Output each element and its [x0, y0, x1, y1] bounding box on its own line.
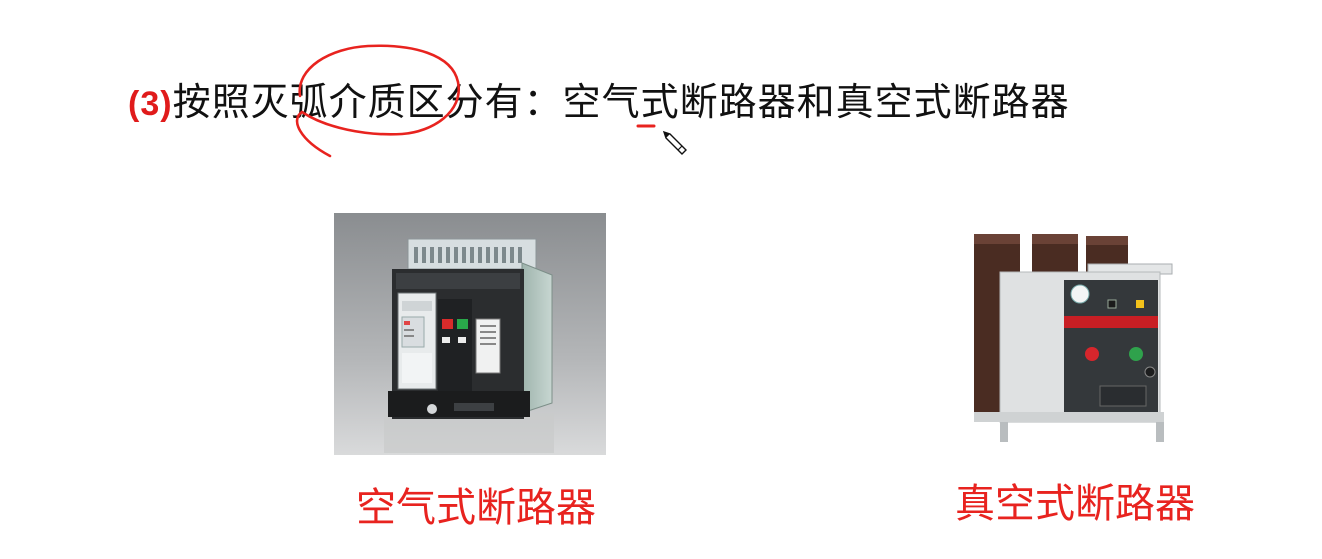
slide: (3)按照灭弧介质区分有：空气式断路器和真空式断路器 空气式断路器 真空式断路器 [0, 0, 1322, 559]
heading-number: (3) [128, 85, 173, 123]
air-circuit-breaker-image [334, 213, 606, 455]
slide-heading: (3)按照灭弧介质区分有：空气式断路器和真空式断路器 [128, 76, 1070, 128]
heading-text: 按照灭弧介质区分有：空气式断路器和真空式断路器 [172, 80, 1070, 124]
vacuum-circuit-breaker-image [960, 226, 1176, 450]
air-breaker-caption: 空气式断路器 [356, 485, 596, 531]
pencil-cursor-icon [662, 130, 687, 155]
vacuum-breaker-caption: 真空式断路器 [955, 481, 1195, 527]
